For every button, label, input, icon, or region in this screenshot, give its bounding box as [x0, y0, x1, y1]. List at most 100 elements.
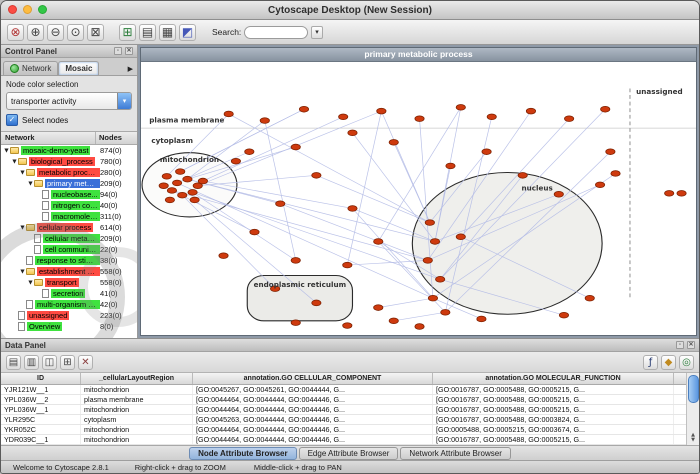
- table-cell[interactable]: YKR052C: [1, 425, 81, 434]
- network-node[interactable]: [183, 176, 192, 182]
- tab-network[interactable]: Network: [3, 61, 58, 75]
- select-nodes-checkbox[interactable]: ✓: [6, 114, 18, 126]
- table-cell[interactable]: [GO:0016787, GO:0005488, GO:0005215, G..…: [433, 385, 674, 394]
- close-panel-icon[interactable]: ✕: [125, 47, 133, 55]
- network-node[interactable]: [162, 173, 171, 179]
- float-data-panel-icon[interactable]: ▫: [676, 341, 684, 349]
- tree-node-label[interactable]: nucleobase...: [51, 190, 100, 199]
- tree-node-label[interactable]: response to stimul...: [35, 256, 100, 265]
- tree-node-label[interactable]: establishment of lo...: [37, 267, 100, 276]
- tree-row[interactable]: cell communicat...22(0): [1, 244, 137, 255]
- expand-arrow-icon[interactable]: ▼: [11, 159, 18, 165]
- network-node[interactable]: [165, 197, 174, 203]
- table-row[interactable]: YKR052Cmitochondrion[GO:0044464, GO:0044…: [1, 425, 686, 435]
- tree-row[interactable]: unassigned223(0): [1, 310, 137, 321]
- table-row[interactable]: YPL036W__1mitochondrion[GO:0044464, GO:0…: [1, 405, 686, 415]
- tree-node-label[interactable]: transport: [45, 278, 79, 287]
- tab-edge-attribute-browser[interactable]: Edge Attribute Browser: [299, 447, 399, 460]
- network-node[interactable]: [167, 188, 176, 194]
- network-node[interactable]: [441, 309, 450, 315]
- import-table-icon[interactable]: ▦: [159, 24, 176, 41]
- table-scrollbar[interactable]: ▲▼: [686, 373, 699, 445]
- network-node[interactable]: [428, 295, 437, 301]
- network-node[interactable]: [425, 220, 434, 226]
- tree-row[interactable]: response to stimul...38(0): [1, 255, 137, 266]
- vizmapper-icon[interactable]: ◩: [179, 24, 196, 41]
- destroy-network-icon[interactable]: ⊗: [7, 24, 24, 41]
- network-node[interactable]: [276, 201, 285, 207]
- expand-arrow-icon[interactable]: ▼: [19, 225, 26, 231]
- expand-arrow-icon[interactable]: ▼: [19, 269, 26, 275]
- close-window-icon[interactable]: [8, 5, 17, 14]
- network-node[interactable]: [585, 295, 594, 301]
- copy-attribute-icon[interactable]: ◫: [42, 355, 57, 370]
- tree-row[interactable]: cellular metabol...209(0): [1, 233, 137, 244]
- tree-row[interactable]: nucleobase...94(0): [1, 189, 137, 200]
- float-panel-icon[interactable]: ▫: [114, 47, 122, 55]
- expand-arrow-icon[interactable]: ▼: [27, 181, 34, 187]
- scrollbar-arrows-icon[interactable]: ▲▼: [691, 433, 695, 445]
- zoom-selected-icon[interactable]: ⊙: [67, 24, 84, 41]
- network-node[interactable]: [159, 183, 168, 189]
- minimize-window-icon[interactable]: [23, 5, 32, 14]
- tab-overflow-icon[interactable]: ▶: [126, 65, 135, 75]
- zoom-window-icon[interactable]: [38, 5, 47, 14]
- tree-column-network[interactable]: Network: [1, 132, 96, 144]
- network-view-title[interactable]: primary metabolic process: [141, 48, 696, 62]
- tab-node-attribute-browser[interactable]: Node Attribute Browser: [189, 447, 297, 460]
- network-node[interactable]: [526, 108, 535, 114]
- network-node[interactable]: [231, 158, 240, 164]
- network-node[interactable]: [389, 139, 398, 145]
- table-cell[interactable]: [GO:0044464, GO:0044444, GO:0044446, G..…: [193, 435, 433, 444]
- tree-node-label[interactable]: primary metabo...: [45, 179, 100, 188]
- network-node[interactable]: [559, 312, 568, 318]
- table-cell[interactable]: [GO:0016787, GO:0005488, GO:0003824, G..…: [433, 415, 674, 424]
- network-node[interactable]: [188, 190, 197, 196]
- tree-node-label[interactable]: cell communicat...: [43, 245, 100, 254]
- table-cell[interactable]: YLR295C: [1, 415, 81, 424]
- new-attribute-icon[interactable]: ⊞: [60, 355, 75, 370]
- table-cell[interactable]: [GO:0044464, GO:0044444, GO:0044446, G..…: [193, 395, 433, 404]
- network-node[interactable]: [219, 253, 228, 259]
- table-cell[interactable]: [GO:0016787, GO:0005488, GO:0005215, G..…: [433, 435, 674, 444]
- tree-row[interactable]: ▼cellular process614(0): [1, 222, 137, 233]
- tree-row[interactable]: ▼transport558(0): [1, 277, 137, 288]
- tree-node-label[interactable]: nitrogen compo...: [51, 201, 100, 210]
- network-node[interactable]: [291, 144, 300, 150]
- tree-node-label[interactable]: cellular process: [37, 223, 93, 232]
- tree-node-label[interactable]: multi-organism pro...: [35, 300, 100, 309]
- network-node[interactable]: [446, 163, 455, 169]
- tree-column-nodes[interactable]: Nodes: [96, 132, 137, 144]
- network-node[interactable]: [456, 234, 465, 240]
- color-attribute-dropdown[interactable]: transporter activity ▾: [6, 92, 132, 110]
- network-node[interactable]: [430, 239, 439, 245]
- network-node[interactable]: [343, 323, 352, 329]
- network-node[interactable]: [291, 320, 300, 326]
- tree-node-label[interactable]: cellular metabol...: [43, 234, 100, 243]
- tree-row[interactable]: Overview8(0): [1, 321, 137, 332]
- network-node[interactable]: [611, 171, 620, 177]
- table-cell[interactable]: [GO:0016787, GO:0005488, GO:0005215, G..…: [433, 395, 674, 404]
- network-node[interactable]: [299, 106, 308, 112]
- network-node[interactable]: [224, 111, 233, 117]
- expand-arrow-icon[interactable]: ▼: [27, 280, 34, 286]
- network-node[interactable]: [606, 149, 615, 155]
- network-node[interactable]: [436, 276, 445, 282]
- network-node[interactable]: [554, 191, 563, 197]
- network-node[interactable]: [456, 105, 465, 111]
- tree-row[interactable]: ▼mosaic-demo-yeast874(0): [1, 145, 137, 156]
- network-node[interactable]: [389, 318, 398, 324]
- network-node[interactable]: [198, 178, 207, 184]
- import-attributes-icon[interactable]: ◆: [661, 355, 676, 370]
- column-header[interactable]: ID: [1, 373, 81, 384]
- attribute-batch-icon[interactable]: ◎: [679, 355, 694, 370]
- tab-mosaic[interactable]: Mosaic: [58, 61, 99, 75]
- table-row[interactable]: YPL036W__2plasma membrane[GO:0044464, GO…: [1, 395, 686, 405]
- tree-node-label[interactable]: secretion: [51, 289, 85, 298]
- tree-row[interactable]: nitrogen compo...40(0): [1, 200, 137, 211]
- zoom-in-icon[interactable]: ⊕: [27, 24, 44, 41]
- network-node[interactable]: [482, 149, 491, 155]
- network-node[interactable]: [595, 182, 604, 188]
- tree-node-label[interactable]: metabolic process: [37, 168, 100, 177]
- network-node[interactable]: [190, 197, 199, 203]
